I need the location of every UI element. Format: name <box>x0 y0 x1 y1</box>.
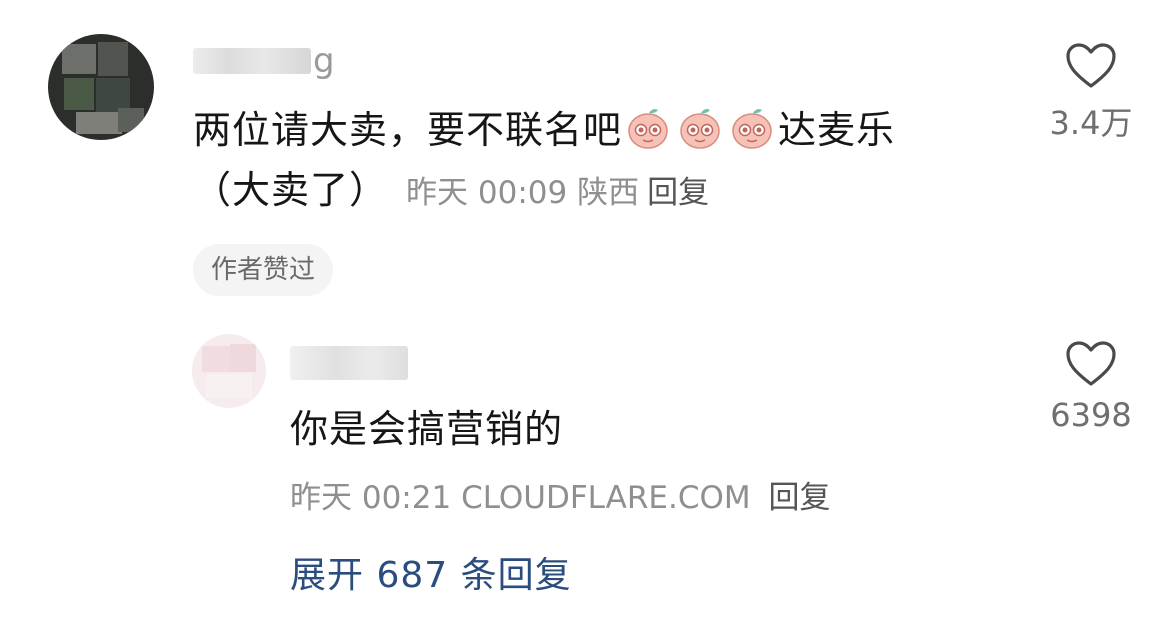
avatar-pixel <box>230 344 256 372</box>
reply-commenter-username[interactable] <box>290 346 408 380</box>
avatar-pixel <box>76 112 122 134</box>
comment-time: 昨天 00:09 <box>406 175 568 211</box>
reply-comment-body: 你是会搞营销的 <box>290 407 564 451</box>
reply-comment-meta: 昨天 00:21 CLOUDFLARE.COM 回复 <box>290 476 831 520</box>
reply-location: CLOUDFLARE.COM <box>461 480 751 516</box>
avatar-pixel <box>98 42 128 76</box>
comment-text-part1: 两位请大卖，要不联名吧 <box>193 108 623 152</box>
main-comment-body: 两位请大卖，要不联名吧 达麦乐 （大卖了） 昨天 00:09 陕西 回复 <box>193 100 993 223</box>
peach-face-emoji-icon <box>732 109 772 149</box>
avatar-pixel <box>62 44 96 74</box>
reply-button[interactable]: 回复 <box>647 175 709 211</box>
heart-outline-icon[interactable] <box>1065 42 1117 90</box>
reply-commenter-avatar[interactable] <box>192 334 266 408</box>
username-visible-suffix: g <box>313 41 335 81</box>
peach-face-emoji-icon <box>628 109 668 149</box>
peach-face-emoji-icon <box>680 109 720 149</box>
reply-comment-like[interactable]: 6398 <box>1036 340 1146 434</box>
heart-outline-icon[interactable] <box>1065 340 1117 388</box>
avatar-pixel <box>206 374 252 398</box>
comment-location: 陕西 <box>577 175 640 211</box>
username-blurred-part <box>193 48 311 74</box>
like-count: 6398 <box>1050 396 1132 434</box>
comment-text-part2: 达麦乐 <box>778 108 896 152</box>
avatar-pixel <box>118 108 144 132</box>
main-commenter-avatar[interactable] <box>48 34 154 140</box>
comment-text-line2: （大卖了） <box>193 168 389 212</box>
author-liked-badge: 作者赞过 <box>193 244 334 296</box>
emoji-group <box>622 108 778 152</box>
comment-meta: 昨天 00:09 陕西 回复 <box>406 175 709 211</box>
main-commenter-username[interactable]: g <box>193 44 335 78</box>
like-count: 3.4万 <box>1049 104 1133 142</box>
reply-button[interactable]: 回复 <box>769 480 831 516</box>
expand-replies-link[interactable]: 展开 687 条回复 <box>290 552 572 600</box>
avatar-pixel <box>202 346 230 372</box>
avatar-pixel <box>96 78 130 112</box>
main-comment-like[interactable]: 3.4万 <box>1036 42 1146 144</box>
reply-time: 昨天 00:21 <box>290 480 452 516</box>
avatar-pixel <box>64 78 94 110</box>
